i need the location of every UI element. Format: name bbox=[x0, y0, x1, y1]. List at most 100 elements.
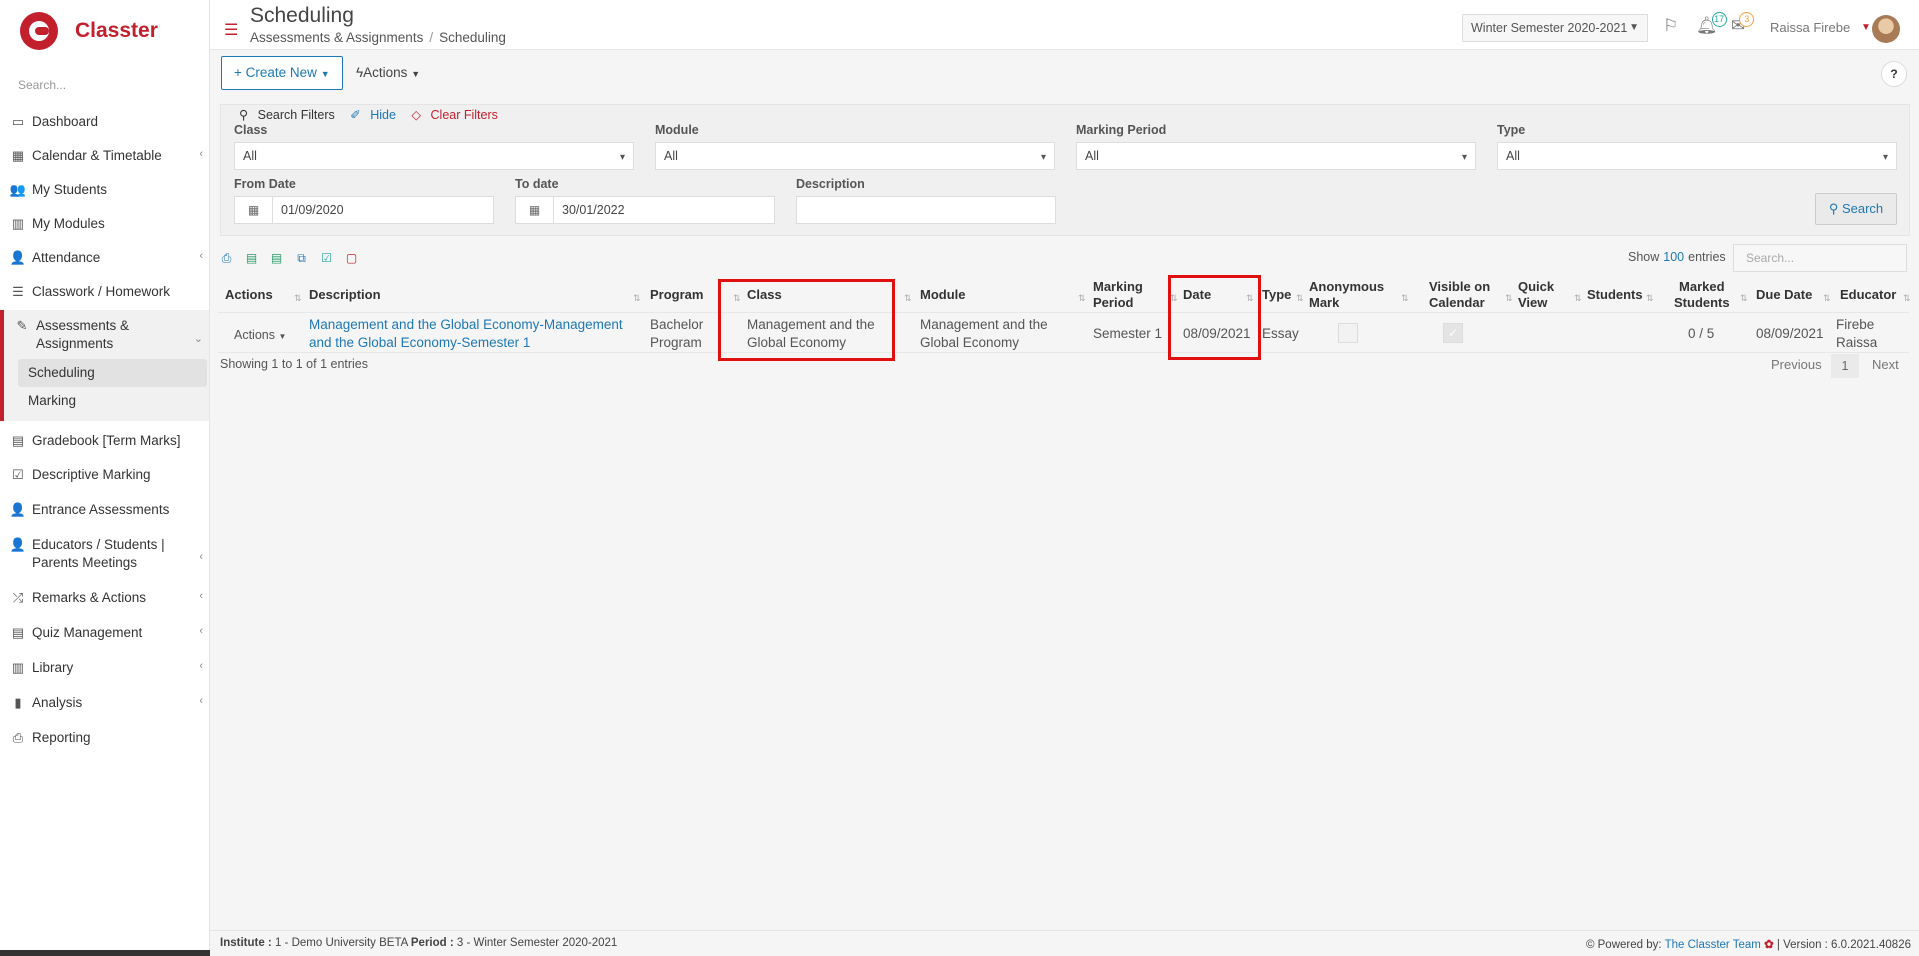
csv-icon[interactable]: ▤ bbox=[243, 250, 260, 267]
column-header-anonymous-mark[interactable]: Anonymous Mark bbox=[1309, 279, 1384, 311]
footer-institute-info: Institute : 1 - Demo University BETA Per… bbox=[220, 937, 618, 949]
column-header-educator[interactable]: Educator bbox=[1840, 287, 1896, 303]
sidebar-item-reporting[interactable]: ⎙ Reporting bbox=[0, 722, 209, 757]
excel-icon[interactable]: ▤ bbox=[268, 250, 285, 267]
sort-icon[interactable]: ⇅ bbox=[1505, 293, 1513, 304]
module-filter-select[interactable]: All ▾ bbox=[655, 142, 1055, 170]
help-button[interactable]: ? bbox=[1881, 61, 1907, 87]
column-header-program[interactable]: Program bbox=[650, 287, 703, 303]
user-caret-icon[interactable]: ▼ bbox=[1861, 22, 1871, 33]
search-filters-toggle[interactable]: ⚲ Search Filters bbox=[239, 108, 341, 122]
sidebar-item-my-modules[interactable]: ▥ My Modules bbox=[0, 208, 209, 242]
hide-filters-link[interactable]: ✐ Hide bbox=[350, 108, 402, 122]
print-icon[interactable]: ⎙ bbox=[218, 250, 235, 267]
sort-icon[interactable]: ⇅ bbox=[294, 293, 302, 304]
column-header-students[interactable]: Students bbox=[1587, 287, 1643, 303]
sidebar-search-input[interactable]: Search... bbox=[0, 62, 209, 106]
logo[interactable]: Classter bbox=[0, 0, 209, 62]
sort-icon[interactable]: ⇅ bbox=[1296, 293, 1304, 304]
search-button[interactable]: ⚲ Search bbox=[1815, 193, 1897, 225]
sidebar-item-my-students[interactable]: 👥 My Students bbox=[0, 174, 209, 208]
envelope-icon[interactable]: ✉ 3 bbox=[1731, 12, 1755, 36]
description-filter-input[interactable] bbox=[796, 196, 1056, 224]
create-new-button[interactable]: + Create New ▼ bbox=[221, 56, 343, 90]
sidebar-item-meetings[interactable]: 👤 Educators / Students | Parents Meetings… bbox=[0, 529, 209, 582]
to-date-label: To date bbox=[515, 177, 559, 191]
sort-icon[interactable]: ⇅ bbox=[1401, 293, 1409, 304]
classter-logo-icon bbox=[20, 12, 58, 50]
to-date-input[interactable] bbox=[554, 197, 774, 223]
footer-powered-by: © Powered by: The Classter Team ✿ | Vers… bbox=[1585, 939, 1911, 951]
from-date-input[interactable] bbox=[273, 197, 493, 223]
sidebar-item-library[interactable]: ▥ Library ‹ bbox=[0, 652, 209, 687]
column-header-marking-period[interactable]: Marking Period bbox=[1093, 279, 1143, 311]
sidebar-item-remarks[interactable]: ⤮ Remarks & Actions ‹ bbox=[0, 582, 209, 617]
semester-select[interactable]: Winter Semester 2020-2021 ▼ bbox=[1462, 14, 1648, 42]
caret-down-icon: ▼ bbox=[411, 69, 421, 79]
sort-icon[interactable]: ⇅ bbox=[1078, 293, 1086, 304]
avatar[interactable] bbox=[1872, 15, 1900, 43]
chevron-left-icon: ‹ bbox=[199, 625, 203, 637]
type-filter-select[interactable]: All ▾ bbox=[1497, 142, 1897, 170]
hamburger-menu-icon[interactable]: ☰ bbox=[224, 20, 238, 40]
sort-icon[interactable]: ⇅ bbox=[1574, 293, 1582, 304]
sidebar-subitem-scheduling[interactable]: Scheduling bbox=[18, 359, 207, 387]
sort-icon[interactable]: ⇅ bbox=[904, 293, 912, 304]
calendar-icon[interactable]: ▦ bbox=[516, 197, 554, 223]
sidebar-subitem-marking[interactable]: Marking bbox=[18, 387, 207, 415]
entries-count-select[interactable]: 100 bbox=[1663, 250, 1684, 264]
sidebar-item-quiz[interactable]: ▤ Quiz Management ‹ bbox=[0, 617, 209, 652]
pagination-previous[interactable]: Previous bbox=[1771, 357, 1822, 372]
column-header-module[interactable]: Module bbox=[920, 287, 966, 303]
column-header-quick-view[interactable]: Quick View bbox=[1518, 279, 1554, 311]
actions-dropdown-button[interactable]: ϟActions ▼ bbox=[356, 65, 420, 80]
column-header-marked-students[interactable]: Marked Students bbox=[1674, 279, 1730, 311]
sidebar-item-gradebook[interactable]: ▤ Gradebook [Term Marks] bbox=[0, 425, 209, 459]
search-icon: ⚲ bbox=[1828, 201, 1839, 216]
sort-icon[interactable]: ⇅ bbox=[1740, 293, 1748, 304]
sidebar-item-analysis[interactable]: ▮ Analysis ‹ bbox=[0, 687, 209, 722]
user-name[interactable]: Raissa Firebe bbox=[1770, 20, 1850, 35]
table-info: Showing 1 to 1 of 1 entries bbox=[220, 357, 369, 371]
column-header-description[interactable]: Description bbox=[309, 287, 381, 303]
quiz-icon: ▤ bbox=[11, 625, 25, 640]
flag-icon[interactable]: ⚐ bbox=[1663, 16, 1678, 36]
laptop-icon: ▭ bbox=[11, 114, 25, 129]
breadcrumb-item-assessments[interactable]: Assessments & Assignments bbox=[250, 30, 423, 45]
calendar-icon[interactable]: ▦ bbox=[235, 197, 273, 223]
description-filter-label: Description bbox=[796, 177, 865, 191]
sidebar-item-descriptive-marking[interactable]: ☑ Descriptive Marking bbox=[0, 459, 209, 494]
sort-icon[interactable]: ⇅ bbox=[1903, 293, 1911, 304]
chevron-left-icon: ‹ bbox=[199, 250, 203, 262]
sort-icon[interactable]: ⇅ bbox=[1646, 293, 1654, 304]
sort-icon[interactable]: ⇅ bbox=[1823, 293, 1831, 304]
sidebar-item-calendar[interactable]: ▦ Calendar & Timetable ‹ bbox=[0, 140, 209, 174]
pagination-page-1[interactable]: 1 bbox=[1831, 354, 1859, 378]
row-actions-dropdown[interactable]: Actions ▼ bbox=[234, 326, 286, 346]
copy-icon[interactable]: ⧉ bbox=[293, 250, 310, 267]
clear-filters-link[interactable]: ◇ Clear Filters bbox=[411, 108, 503, 122]
class-filter-select[interactable]: All ▾ bbox=[234, 142, 634, 170]
column-header-visible-on-calendar[interactable]: Visible on Calendar bbox=[1429, 279, 1490, 311]
bell-icon[interactable]: 🔔︎ 17 bbox=[1696, 12, 1727, 36]
class-column-highlight bbox=[718, 279, 895, 361]
filter-links: ⚲ Search Filters ✐ Hide ◇ Clear Filters bbox=[239, 107, 510, 122]
marking-period-filter-select[interactable]: All ▾ bbox=[1076, 142, 1476, 170]
visible-on-calendar-checkbox[interactable]: ✓ bbox=[1443, 323, 1463, 343]
classter-team-link[interactable]: The Classter Team bbox=[1665, 939, 1761, 951]
table-search-input[interactable]: Search... bbox=[1733, 244, 1907, 272]
check-icon[interactable]: ☑ bbox=[318, 250, 335, 267]
stop-icon[interactable]: ▢ bbox=[343, 250, 360, 267]
row-description-link[interactable]: Management and the Global Economy-Manage… bbox=[309, 316, 623, 352]
column-header-type[interactable]: Type bbox=[1262, 287, 1291, 303]
sort-icon[interactable]: ⇅ bbox=[633, 293, 641, 304]
sidebar-item-attendance[interactable]: 👤 Attendance ‹ bbox=[0, 242, 209, 276]
sidebar-item-classwork[interactable]: ☰ Classwork / Homework bbox=[0, 276, 209, 310]
messages-badge: 3 bbox=[1739, 12, 1755, 27]
sidebar-item-assessments[interactable]: ✎ Assessments & Assignments ⌄ bbox=[0, 310, 209, 357]
pagination-next[interactable]: Next bbox=[1872, 357, 1899, 372]
column-header-due-date[interactable]: Due Date bbox=[1756, 287, 1812, 303]
sidebar-item-dashboard[interactable]: ▭ Dashboard bbox=[0, 106, 209, 140]
anonymous-mark-checkbox[interactable] bbox=[1338, 323, 1358, 343]
sidebar-item-entrance-assessments[interactable]: 👤 Entrance Assessments bbox=[0, 494, 209, 529]
